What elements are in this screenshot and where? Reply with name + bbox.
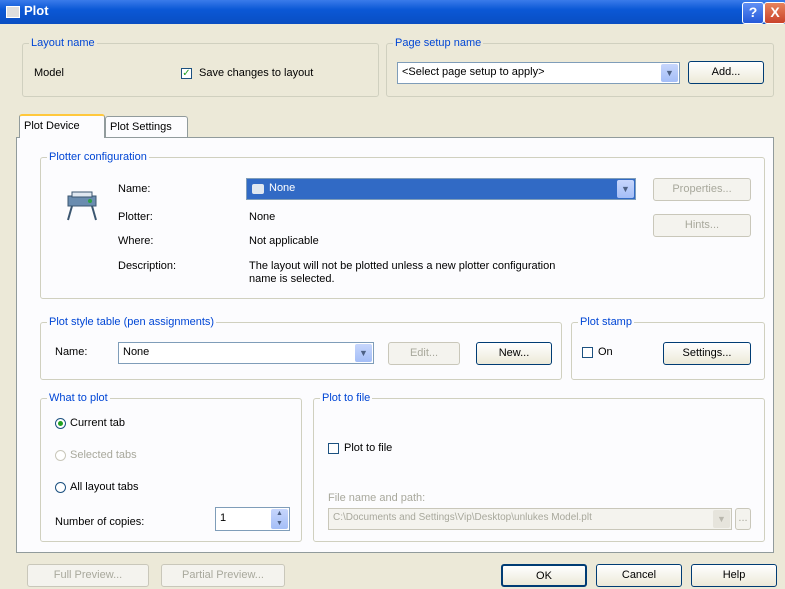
chevron-down-icon[interactable]: ▼ [617,180,634,198]
tab-plot-device[interactable]: Plot Device [19,114,105,138]
plot-stamp-on-checkbox[interactable] [582,347,593,358]
chevron-down-icon[interactable]: ▼ [355,344,372,362]
plot-stamp-settings-button[interactable]: Settings... [663,342,751,365]
add-page-setup-button[interactable]: Add... [688,61,764,84]
stepper-arrows-icon[interactable]: ▲ ▼ [271,509,288,529]
plot-to-file-label[interactable]: Plot to file [344,442,392,454]
page-setup-select[interactable]: <Select page setup to apply> ▼ [397,62,680,84]
all-layout-tabs-label[interactable]: All layout tabs [70,481,138,493]
file-path-value: C:\Documents and Settings\Vip\Desktop\un… [333,512,592,523]
edit-plot-style-button[interactable]: Edit... [388,342,460,365]
plot-to-file-legend: Plot to file [322,392,371,404]
copies-value: 1 [220,512,227,524]
where-value: Not applicable [249,235,319,247]
chevron-down-icon[interactable]: ▼ [661,64,678,82]
description-label: Description: [118,260,177,272]
title-bar: Plot ? X [0,0,785,24]
description-line-2: name is selected. [249,273,335,285]
save-changes-checkbox[interactable]: ✓ [181,68,192,79]
plot-style-select[interactable]: None ▼ [118,342,374,364]
plot-app-icon [6,6,20,18]
plotter-value: None [249,211,276,223]
selected-tabs-label[interactable]: Selected tabs [70,449,137,461]
copies-label: Number of copies: [55,516,145,528]
help-button[interactable]: Help [691,564,777,587]
plotter-label: Plotter: [118,211,153,223]
description-line-1: The layout will not be plotted unless a … [249,260,556,272]
ok-button[interactable]: OK [501,564,587,587]
chevron-down-icon[interactable]: ▼ [713,510,730,528]
plotter-configuration-legend: Plotter configuration [49,151,147,163]
layout-name-value: Model [34,67,64,79]
plotter-none-icon [252,184,264,194]
plot-style-table-legend: Plot style table (pen assignments) [49,316,215,328]
window-title: Plot [24,3,49,18]
cancel-button[interactable]: Cancel [596,564,682,587]
plot-stamp-legend: Plot stamp [580,316,632,328]
page-setup-selected: <Select page setup to apply> [402,66,545,78]
partial-preview-button[interactable]: Partial Preview... [161,564,285,587]
plotter-name-select[interactable]: None ▼ [246,178,636,200]
plot-stamp-on-label[interactable]: On [598,346,613,358]
what-to-plot-legend: What to plot [49,392,108,404]
file-path-label: File name and path: [328,492,426,504]
selected-tabs-radio[interactable] [55,450,66,461]
close-icon[interactable]: X [764,2,785,24]
plotter-name-selected: None [269,182,296,194]
hints-button[interactable]: Hints... [653,214,751,237]
properties-button[interactable]: Properties... [653,178,751,201]
full-preview-button[interactable]: Full Preview... [27,564,149,587]
all-layout-tabs-radio[interactable] [55,482,66,493]
plot-to-file-checkbox[interactable] [328,443,339,454]
tab-plot-settings[interactable]: Plot Settings [105,116,188,138]
layout-name-legend: Layout name [31,37,95,49]
current-tab-radio[interactable] [55,418,66,429]
browse-file-button[interactable]: ... [735,508,751,530]
help-icon[interactable]: ? [742,2,764,24]
page-setup-legend: Page setup name [395,37,482,49]
plot-style-selected: None [123,346,150,358]
new-plot-style-button[interactable]: New... [476,342,552,365]
save-changes-label[interactable]: Save changes to layout [199,67,313,79]
plotter-icon [67,191,97,221]
where-label: Where: [118,235,154,247]
file-path-select[interactable]: C:\Documents and Settings\Vip\Desktop\un… [328,508,732,530]
copies-stepper[interactable]: 1 ▲ ▼ [215,507,290,531]
current-tab-label[interactable]: Current tab [70,417,125,429]
plot-style-name-label: Name: [55,346,88,358]
plotter-name-label: Name: [118,183,151,195]
